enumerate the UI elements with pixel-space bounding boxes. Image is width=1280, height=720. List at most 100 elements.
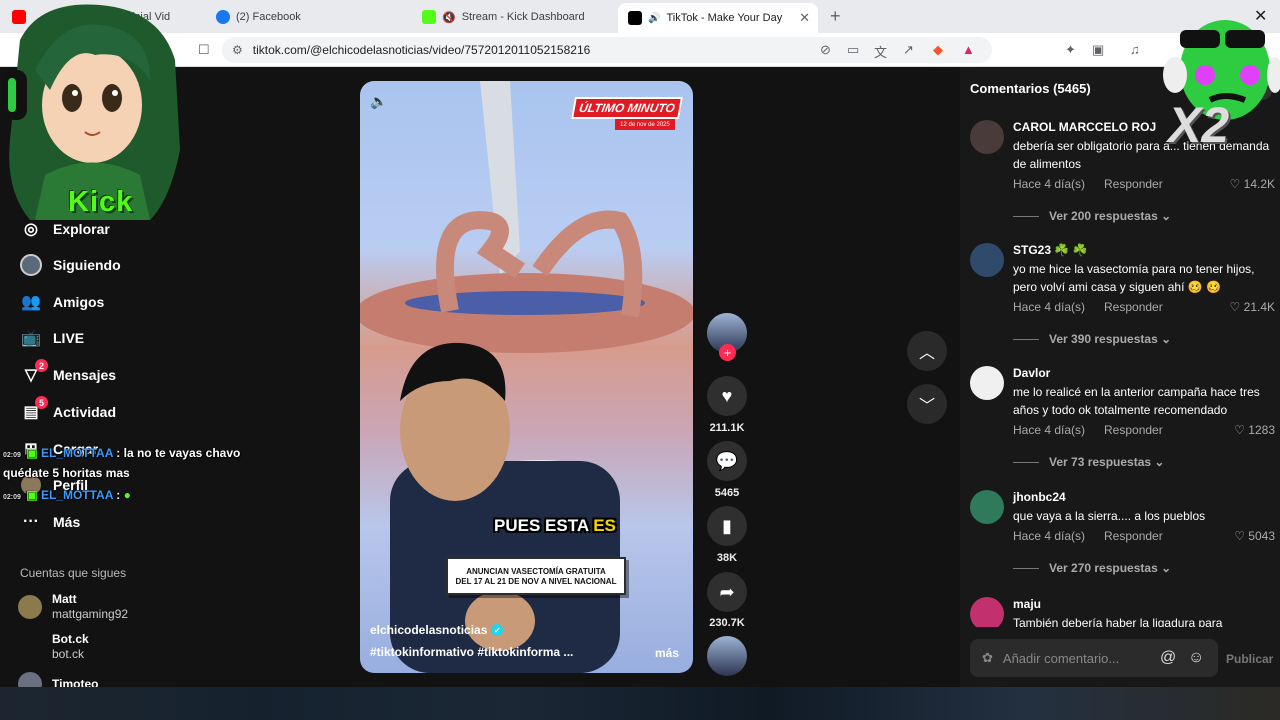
brave-shield-icon[interactable]: ◆: [933, 42, 943, 58]
speaker-icon: 🔊: [648, 12, 661, 24]
view-replies-button[interactable]: Ver 73 respuestas ⌄: [1013, 455, 1164, 469]
following-item[interactable]: Matt mattgaming92: [18, 592, 128, 622]
cast-icon[interactable]: ▭: [847, 42, 859, 58]
comment-time: Hace 4 día(s): [1013, 529, 1086, 543]
video-player[interactable]: 🔈 ÚLTIMO MINUTO 12 de nov de 2025 PUES E…: [360, 81, 693, 673]
facebook-icon: [216, 10, 230, 24]
video-more-link[interactable]: más: [655, 646, 679, 660]
video-author[interactable]: elchicodelasnoticias ✓: [370, 623, 504, 637]
translate-icon[interactable]: 文: [874, 42, 887, 61]
reply-button[interactable]: Responder: [1104, 423, 1163, 437]
author-name: elchicodelasnoticias: [370, 623, 488, 637]
share-icon[interactable]: ↗: [903, 42, 914, 58]
comment-time: Hace 4 día(s): [1013, 300, 1086, 314]
comment-like-count: 14.2K: [1243, 177, 1275, 191]
chat-message: quédate 5 horitas mas: [3, 466, 130, 480]
close-tab-icon[interactable]: ✕: [799, 10, 810, 26]
comments-title: Comentarios (5465): [970, 81, 1091, 96]
view-replies-button[interactable]: Ver 200 respuestas ⌄: [1013, 209, 1171, 223]
url-text: tiktok.com/@elchicodelasnoticias/video/7…: [252, 43, 591, 57]
new-tab-button[interactable]: +: [830, 6, 841, 27]
chat-time: 02:09: [3, 494, 21, 501]
comment-like-button[interactable]: ♡ 5043: [1234, 529, 1275, 543]
creator-avatar[interactable]: +: [707, 313, 747, 361]
save-button[interactable]: ▮: [707, 506, 747, 546]
avatar[interactable]: [970, 597, 1004, 627]
comment-input[interactable]: ✿ Añadir comentario... @ ☺: [970, 639, 1218, 677]
reader-icon[interactable]: ▣: [1092, 42, 1104, 58]
brave-rewards-icon[interactable]: ▲: [962, 42, 975, 57]
chat-time: 02:09: [3, 452, 21, 459]
emoji-icon[interactable]: ☺: [1188, 649, 1204, 667]
extensions-icon[interactable]: ✦: [1065, 42, 1076, 58]
site-info-icon[interactable]: ⚙: [232, 43, 243, 57]
activity-icon: ▤ 5: [20, 396, 48, 423]
view-replies-label: Ver 73 respuestas: [1049, 455, 1152, 469]
previous-video-button[interactable]: ︿: [907, 331, 947, 371]
comment-time: Hace 4 día(s): [1013, 423, 1086, 437]
chat-message: 02:09 ▣ EL_MOTTAA : ●: [3, 488, 131, 502]
tab-facebook[interactable]: (2) Facebook: [216, 4, 301, 30]
comment-user[interactable]: maju: [1013, 597, 1041, 611]
video-hashtags[interactable]: #tiktokinformativo #tiktokinforma ...: [370, 645, 573, 659]
sidebar-item-live[interactable]: 📺 LIVE: [20, 324, 84, 352]
reply-button[interactable]: Responder: [1104, 300, 1163, 314]
heart-icon: ♥: [721, 385, 733, 406]
avatar[interactable]: [970, 243, 1004, 277]
bookmark-icon: ▮: [722, 515, 732, 536]
sidebar-item-siguiendo[interactable]: Siguiendo: [20, 251, 121, 279]
avatar[interactable]: [970, 366, 1004, 400]
comment-item: STG23 ☘️ ☘️ yo me hice la vasectomía par…: [970, 243, 1275, 353]
view-replies-button[interactable]: Ver 390 respuestas ⌄: [1013, 332, 1171, 346]
music-disc-avatar[interactable]: [707, 636, 747, 676]
view-replies-label: Ver 200 respuestas: [1049, 209, 1158, 223]
sidebar-item-label: Explorar: [53, 221, 110, 237]
comment-like-button[interactable]: ♡ 14.2K: [1230, 177, 1275, 191]
browser-tab-strip: Official Vid (2) Facebook 🔇 Stream - Kic…: [0, 0, 1280, 33]
sidebar-item-label: Más: [53, 514, 81, 530]
screen: Official Vid (2) Facebook 🔇 Stream - Kic…: [0, 0, 1280, 720]
reply-button[interactable]: Responder: [1104, 529, 1163, 543]
following-avatar-icon: [20, 254, 42, 276]
bookmark-icon[interactable]: ☐: [198, 42, 210, 58]
comment-like-button[interactable]: ♡ 1283: [1234, 423, 1275, 437]
comment-user[interactable]: jhonbc24: [1013, 490, 1066, 504]
sidebar-item-amigos[interactable]: 👥 Amigos: [20, 288, 104, 316]
reply-button[interactable]: Responder: [1104, 177, 1163, 191]
sidebar-item-mas[interactable]: ··· Más: [20, 508, 80, 536]
view-replies-label: Ver 390 respuestas: [1049, 332, 1158, 346]
publish-button[interactable]: Publicar: [1226, 652, 1273, 666]
comment-item: Davlor me lo realicé en la anterior camp…: [970, 366, 1275, 476]
no-camera-icon[interactable]: ⊘: [820, 42, 831, 58]
sidebar-item-mensajes[interactable]: ▽ 2 Mensajes: [20, 359, 116, 389]
comment-button[interactable]: 💬: [707, 441, 747, 481]
comment-user[interactable]: STG23 ☘️ ☘️: [1013, 243, 1088, 257]
chat-user: EL_MOTTAA: [40, 446, 113, 460]
chat-message: 02:09 ▣ EL_MOTTAA : la no te vayas chavo: [3, 446, 240, 460]
divider: [1013, 338, 1039, 340]
avatar[interactable]: [970, 490, 1004, 524]
sidebar-item-label: Siguiendo: [53, 257, 121, 273]
follow-plus-icon[interactable]: +: [719, 344, 736, 361]
comment-item: maju También debería haber la ligadura p…: [970, 597, 1275, 627]
comment-item: jhonbc24 que vaya a la sierra.... a los …: [970, 490, 1275, 580]
mention-icon[interactable]: @: [1160, 649, 1176, 667]
music-icon[interactable]: ♫: [1130, 42, 1140, 57]
next-video-button[interactable]: ﹀: [907, 384, 947, 424]
following-item[interactable]: Bot.ck bot.ck: [18, 632, 89, 662]
tab-kick[interactable]: 🔇 Stream - Kick Dashboard: [422, 4, 585, 30]
tab-tiktok[interactable]: 🔊 TikTok - Make Your Day ✕: [618, 3, 818, 33]
comment-user[interactable]: Davlor: [1013, 366, 1050, 380]
sticker-icon[interactable]: ✿: [982, 650, 993, 666]
comment-like-button[interactable]: ♡ 21.4K: [1230, 300, 1275, 314]
comment-user[interactable]: CAROL MARCCELO ROJ: [1013, 120, 1156, 134]
video-subtitle: PUES ESTA ES: [494, 516, 616, 536]
sidebar-item-actividad[interactable]: ▤ 5 Actividad: [20, 396, 116, 426]
avatar[interactable]: [970, 120, 1004, 154]
verified-icon: ✓: [491, 624, 504, 636]
view-replies-button[interactable]: Ver 270 respuestas ⌄: [1013, 561, 1171, 575]
like-button[interactable]: ♥: [707, 376, 747, 416]
volume-icon[interactable]: 🔈: [370, 93, 387, 110]
mute-icon: 🔇: [442, 11, 456, 24]
share-button[interactable]: ➦: [707, 572, 747, 612]
